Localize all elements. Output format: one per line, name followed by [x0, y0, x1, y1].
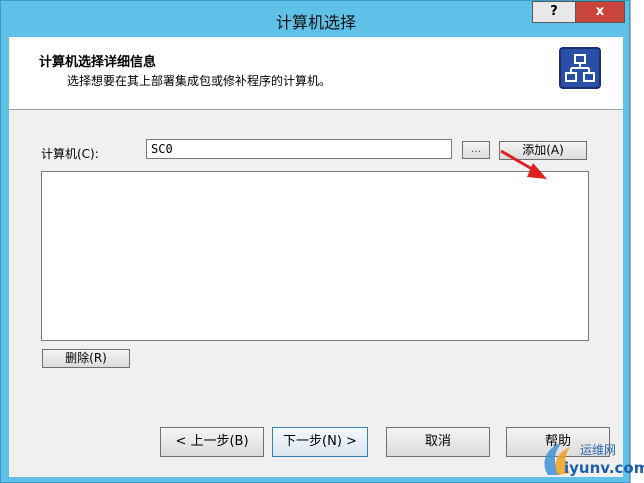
background-window-right: [630, 0, 644, 483]
computer-selection-dialog: 计算机选择 ? x 计算机选择详细信息 选择想要在其上部署集成包或修补程序的计算…: [0, 0, 630, 483]
header-subtitle: 选择想要在其上部署集成包或修补程序的计算机。: [67, 74, 332, 88]
watermark-bottom-text: iyunv.com: [564, 459, 644, 477]
site-watermark: 运维网 iyunv.com: [540, 437, 644, 481]
browse-button[interactable]: ...: [462, 141, 490, 159]
cancel-button[interactable]: 取消: [386, 427, 490, 457]
title-bar[interactable]: 计算机选择 ? x: [1, 1, 631, 37]
computer-name-input[interactable]: SC0: [146, 139, 452, 159]
dialog-body: 计算机选择详细信息 选择想要在其上部署集成包或修补程序的计算机。 计算机(C):…: [9, 37, 623, 477]
computer-label: 计算机(C):: [41, 147, 99, 161]
remove-button[interactable]: 删除(R): [42, 349, 130, 368]
selected-computers-list[interactable]: [41, 171, 589, 341]
back-button[interactable]: < 上一步(B): [160, 427, 264, 457]
annotation-arrow-icon: [500, 149, 547, 179]
header-title: 计算机选择详细信息: [39, 55, 157, 70]
dialog-header: 计算机选择详细信息 选择想要在其上部署集成包或修补程序的计算机。: [9, 37, 623, 110]
watermark-top-text: 运维网: [580, 443, 617, 457]
help-title-button[interactable]: ?: [532, 1, 576, 23]
next-button[interactable]: 下一步(N) >: [272, 427, 368, 457]
close-button[interactable]: x: [575, 1, 625, 23]
network-topology-icon: [559, 47, 601, 89]
